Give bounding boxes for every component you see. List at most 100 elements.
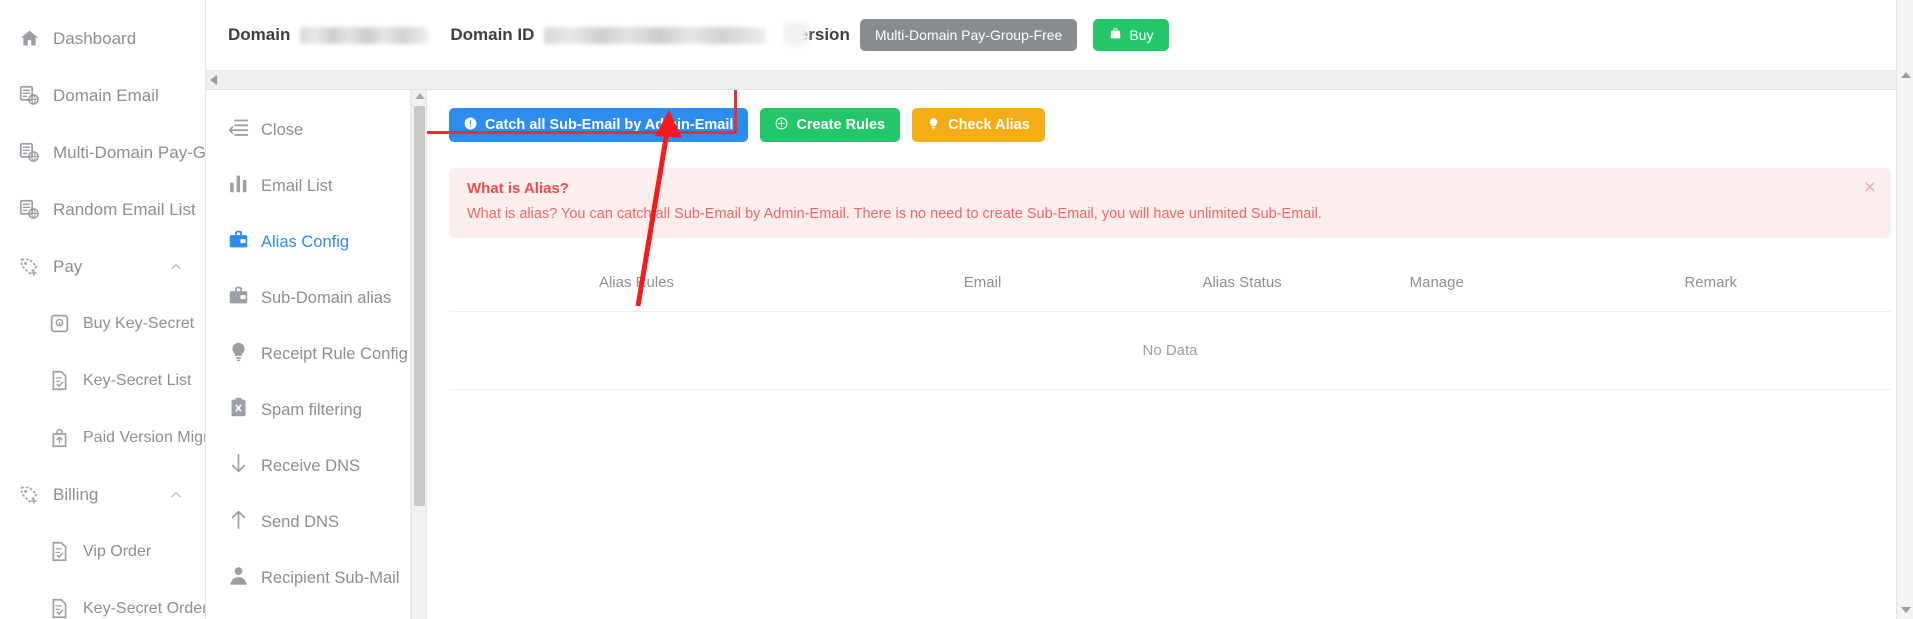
- arrow-up-icon: [228, 509, 249, 535]
- page-scroll-up-arrow-icon[interactable]: [1901, 72, 1911, 78]
- scroll-left-arrow-icon[interactable]: [210, 75, 217, 85]
- arrow-down-icon: [228, 453, 249, 479]
- chevron-up-icon[interactable]: [169, 259, 185, 275]
- table-header-email: Email: [823, 267, 1142, 312]
- sidebar-item-vip-order[interactable]: Vip Order: [0, 523, 205, 580]
- table-header-row: Alias Rules Email Alias Status Manage Remark: [449, 267, 1891, 312]
- sidebar-item-paid-version-migration[interactable]: Paid Version Migration: [0, 409, 205, 466]
- create-rules-button[interactable]: Create Rules: [760, 108, 901, 142]
- info-circle-icon: [464, 117, 477, 134]
- arrow-down-icon: [228, 453, 249, 479]
- secondary-nav-item-send-dns[interactable]: Send DNS: [206, 494, 410, 550]
- catch-all-sub-email-label: Catch all Sub-Email by Admin-Email: [485, 117, 734, 133]
- primary-sidebar: Dashboard Domain Email Multi-Domain Pay-G r…: [0, 0, 206, 619]
- home-icon: [19, 28, 40, 49]
- sidebar-item-label: Billing: [53, 484, 99, 504]
- alias-table-head: Alias Rules Email Alias Status Manage Remark: [449, 267, 1891, 312]
- secondary-nav-item-sub-domain-alias[interactable]: Sub-Domain alias: [206, 270, 410, 326]
- secondary-nav-item-label: Recipient Sub-Mail: [261, 568, 400, 587]
- domain-label: Domain: [228, 25, 291, 44]
- sidebar-item-multi-domain-pay-group[interactable]: Multi-Domain Pay-Group: [0, 124, 205, 181]
- domain-mail-icon: [19, 85, 40, 106]
- scrollbar-thumb[interactable]: [414, 106, 425, 506]
- briefcase-icon: [228, 285, 249, 311]
- sidebar-item-random-email-list[interactable]: Random Email List: [0, 181, 205, 238]
- sidebar-item-key-secret-list[interactable]: Key-Secret List: [0, 352, 205, 409]
- sidebar-item-label: Paid Version Migration: [83, 428, 205, 446]
- domain-mail-icon: [19, 199, 40, 220]
- domain-mail-icon: [18, 199, 40, 221]
- page-scroll-down-arrow-icon[interactable]: [1901, 607, 1911, 613]
- table-header-manage: Manage: [1343, 267, 1531, 312]
- table-header-alias-rules: Alias Rules: [449, 267, 824, 312]
- sidebar-item-buy-key-secret[interactable]: Buy Key-Secret: [0, 295, 205, 352]
- sidebar-item-label: Buy Key-Secret: [83, 314, 195, 332]
- secondary-nav-item-close[interactable]: Close: [206, 102, 410, 158]
- sidebar-item-pay[interactable]: Pay: [0, 238, 205, 295]
- right-pane: Domain Domain ID Version Multi-Domain Pa…: [206, 0, 1913, 619]
- domain-id-label: Domain ID: [450, 25, 535, 44]
- bar-chart-icon: [228, 175, 248, 196]
- bag-upload-icon: [48, 427, 70, 449]
- plus-circle-icon: [775, 117, 788, 134]
- secondary-nav: Close Email List Alias Config Sub-Domain al…: [206, 90, 411, 619]
- doc-check-icon: [48, 598, 70, 619]
- domain-mail-icon: [18, 85, 40, 107]
- secondary-nav-item-spam-filtering[interactable]: Spam filtering: [206, 382, 410, 438]
- tag-icon: [19, 256, 40, 277]
- collapse-menu-icon: [228, 119, 248, 140]
- alias-table: Alias Rules Email Alias Status Manage Remark…: [449, 267, 1891, 390]
- catch-all-sub-email-button[interactable]: Catch all Sub-Email by Admin-Email: [449, 108, 749, 142]
- doc-check-icon: [48, 370, 70, 392]
- page-vertical-scrollbar[interactable]: [1896, 0, 1913, 619]
- secondary-nav-item-recipient-sub-mail[interactable]: Recipient Sub-Mail: [206, 550, 410, 606]
- sidebar-item-dashboard[interactable]: Dashboard: [0, 10, 205, 67]
- briefcase-icon: [228, 285, 249, 311]
- domain-value-redacted: [300, 26, 429, 44]
- secondary-nav-item-alias-config[interactable]: Alias Config: [206, 214, 410, 270]
- horizontal-scroll-strip[interactable]: [206, 71, 1913, 90]
- buy-button-label: Buy: [1129, 27, 1154, 43]
- sidebar-item-label: Vip Order: [83, 542, 152, 560]
- buy-button[interactable]: Buy: [1093, 19, 1170, 51]
- alert-title: What is Alias?: [467, 180, 569, 197]
- app-root: Dashboard Domain Email Multi-Domain Pay-G r…: [0, 0, 1913, 619]
- sidebar-item-label: Key-Secret List: [83, 371, 192, 389]
- secondary-nav-item-receipt-rule-config[interactable]: Receipt Rule Config: [206, 326, 410, 382]
- domain-id-value-redacted: [544, 26, 767, 44]
- sidebar-item-billing[interactable]: Billing: [0, 466, 205, 523]
- sidebar-item-label: Multi-Domain Pay-Group: [53, 142, 205, 162]
- tag-icon: [18, 256, 40, 278]
- user-icon: [228, 565, 249, 591]
- alias-table-body: No Data: [449, 311, 1891, 390]
- sidebar-item-key-secret-order[interactable]: Key-Secret Order: [0, 580, 205, 619]
- chevron-up-icon[interactable]: [169, 487, 185, 503]
- secondary-nav-item-label: Send DNS: [261, 512, 339, 531]
- table-empty-row: No Data: [449, 311, 1891, 390]
- sidebar-item-label: Domain Email: [53, 85, 159, 105]
- secondary-nav-item-email-list[interactable]: Email List: [206, 158, 410, 214]
- domain-mail-icon: [19, 142, 40, 163]
- secondary-nav-item-receive-dns[interactable]: Receive DNS: [206, 438, 410, 494]
- check-alias-button[interactable]: Check Alias: [912, 108, 1045, 142]
- create-rules-label: Create Rules: [796, 117, 886, 133]
- shopping-bag-icon: [1109, 27, 1122, 43]
- content-vertical-scrollbar[interactable]: [411, 90, 427, 619]
- close-icon[interactable]: ✕: [1863, 179, 1877, 196]
- alias-config-content: Catch all Sub-Email by Admin-Email Creat…: [427, 90, 1913, 619]
- secondary-nav-item-label: Spam filtering: [261, 400, 362, 419]
- what-is-alias-alert: What is Alias? What is alias? You can ca…: [449, 168, 1891, 238]
- user-icon: [228, 565, 249, 591]
- briefcase-icon: [228, 229, 249, 255]
- secondary-nav-item-label: Sub-Domain alias: [261, 288, 392, 307]
- clipboard-x-icon: [228, 397, 249, 423]
- bulb-icon: [927, 117, 940, 134]
- secondary-nav-item-label: Close: [261, 120, 304, 139]
- sidebar-item-domain-email[interactable]: Domain Email: [0, 67, 205, 124]
- bulb-icon: [228, 341, 249, 367]
- version-badge: Multi-Domain Pay-Group-Free: [859, 19, 1078, 51]
- scroll-up-arrow-icon[interactable]: [415, 93, 425, 99]
- doc-check-icon: [49, 541, 70, 562]
- briefcase-icon: [228, 229, 249, 255]
- tag-icon: [18, 484, 40, 506]
